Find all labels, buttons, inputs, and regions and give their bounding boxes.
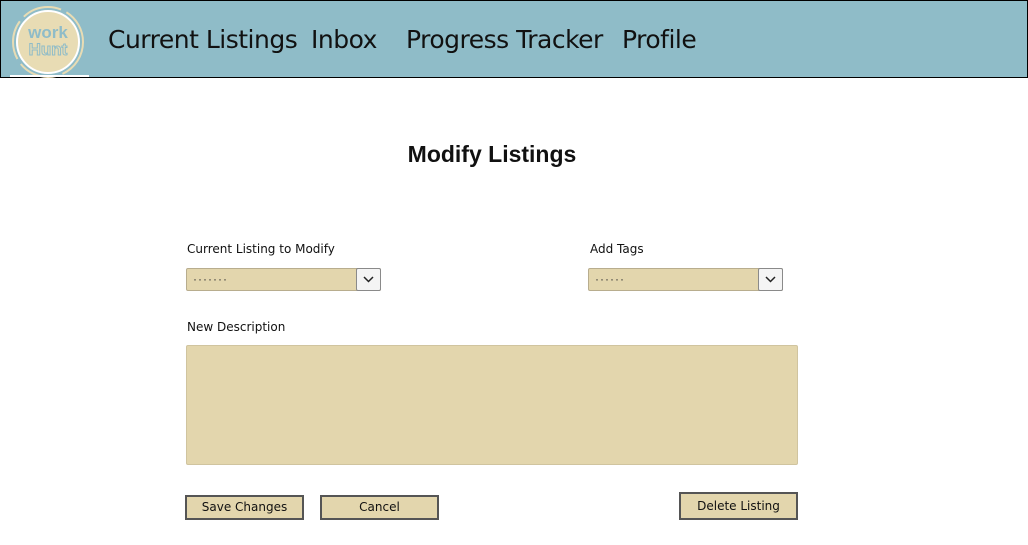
listing-select[interactable]: ······· <box>186 268 381 291</box>
tags-select[interactable]: ······ <box>588 268 783 291</box>
save-changes-button[interactable]: Save Changes <box>185 495 304 520</box>
delete-listing-button[interactable]: Delete Listing <box>679 492 798 520</box>
workhunt-logo[interactable]: work Hunt <box>11 5 85 79</box>
nav-progress-tracker[interactable]: Progress Tracker <box>406 25 603 54</box>
tags-select-dropdown-button[interactable] <box>758 268 783 291</box>
chevron-down-icon <box>765 276 776 283</box>
listing-select-label: Current Listing to Modify <box>187 242 335 256</box>
description-textarea[interactable] <box>186 345 798 465</box>
nav-inbox[interactable]: Inbox <box>311 25 377 54</box>
svg-text:Hunt: Hunt <box>29 40 68 59</box>
description-label: New Description <box>187 320 286 334</box>
tags-select-label: Add Tags <box>590 242 644 256</box>
page-title: Modify Listings <box>407 141 577 167</box>
cancel-button[interactable]: Cancel <box>320 495 439 520</box>
nav-profile[interactable]: Profile <box>622 25 697 54</box>
top-navbar: work Hunt Current Listings Inbox Progres… <box>0 0 1028 78</box>
nav-current-listings[interactable]: Current Listings <box>108 25 298 54</box>
tags-select-value: ······ <box>595 272 625 286</box>
listing-select-value: ······· <box>193 272 228 286</box>
chevron-down-icon <box>363 276 374 283</box>
listing-select-dropdown-button[interactable] <box>356 268 381 291</box>
logo-underline <box>10 75 89 77</box>
